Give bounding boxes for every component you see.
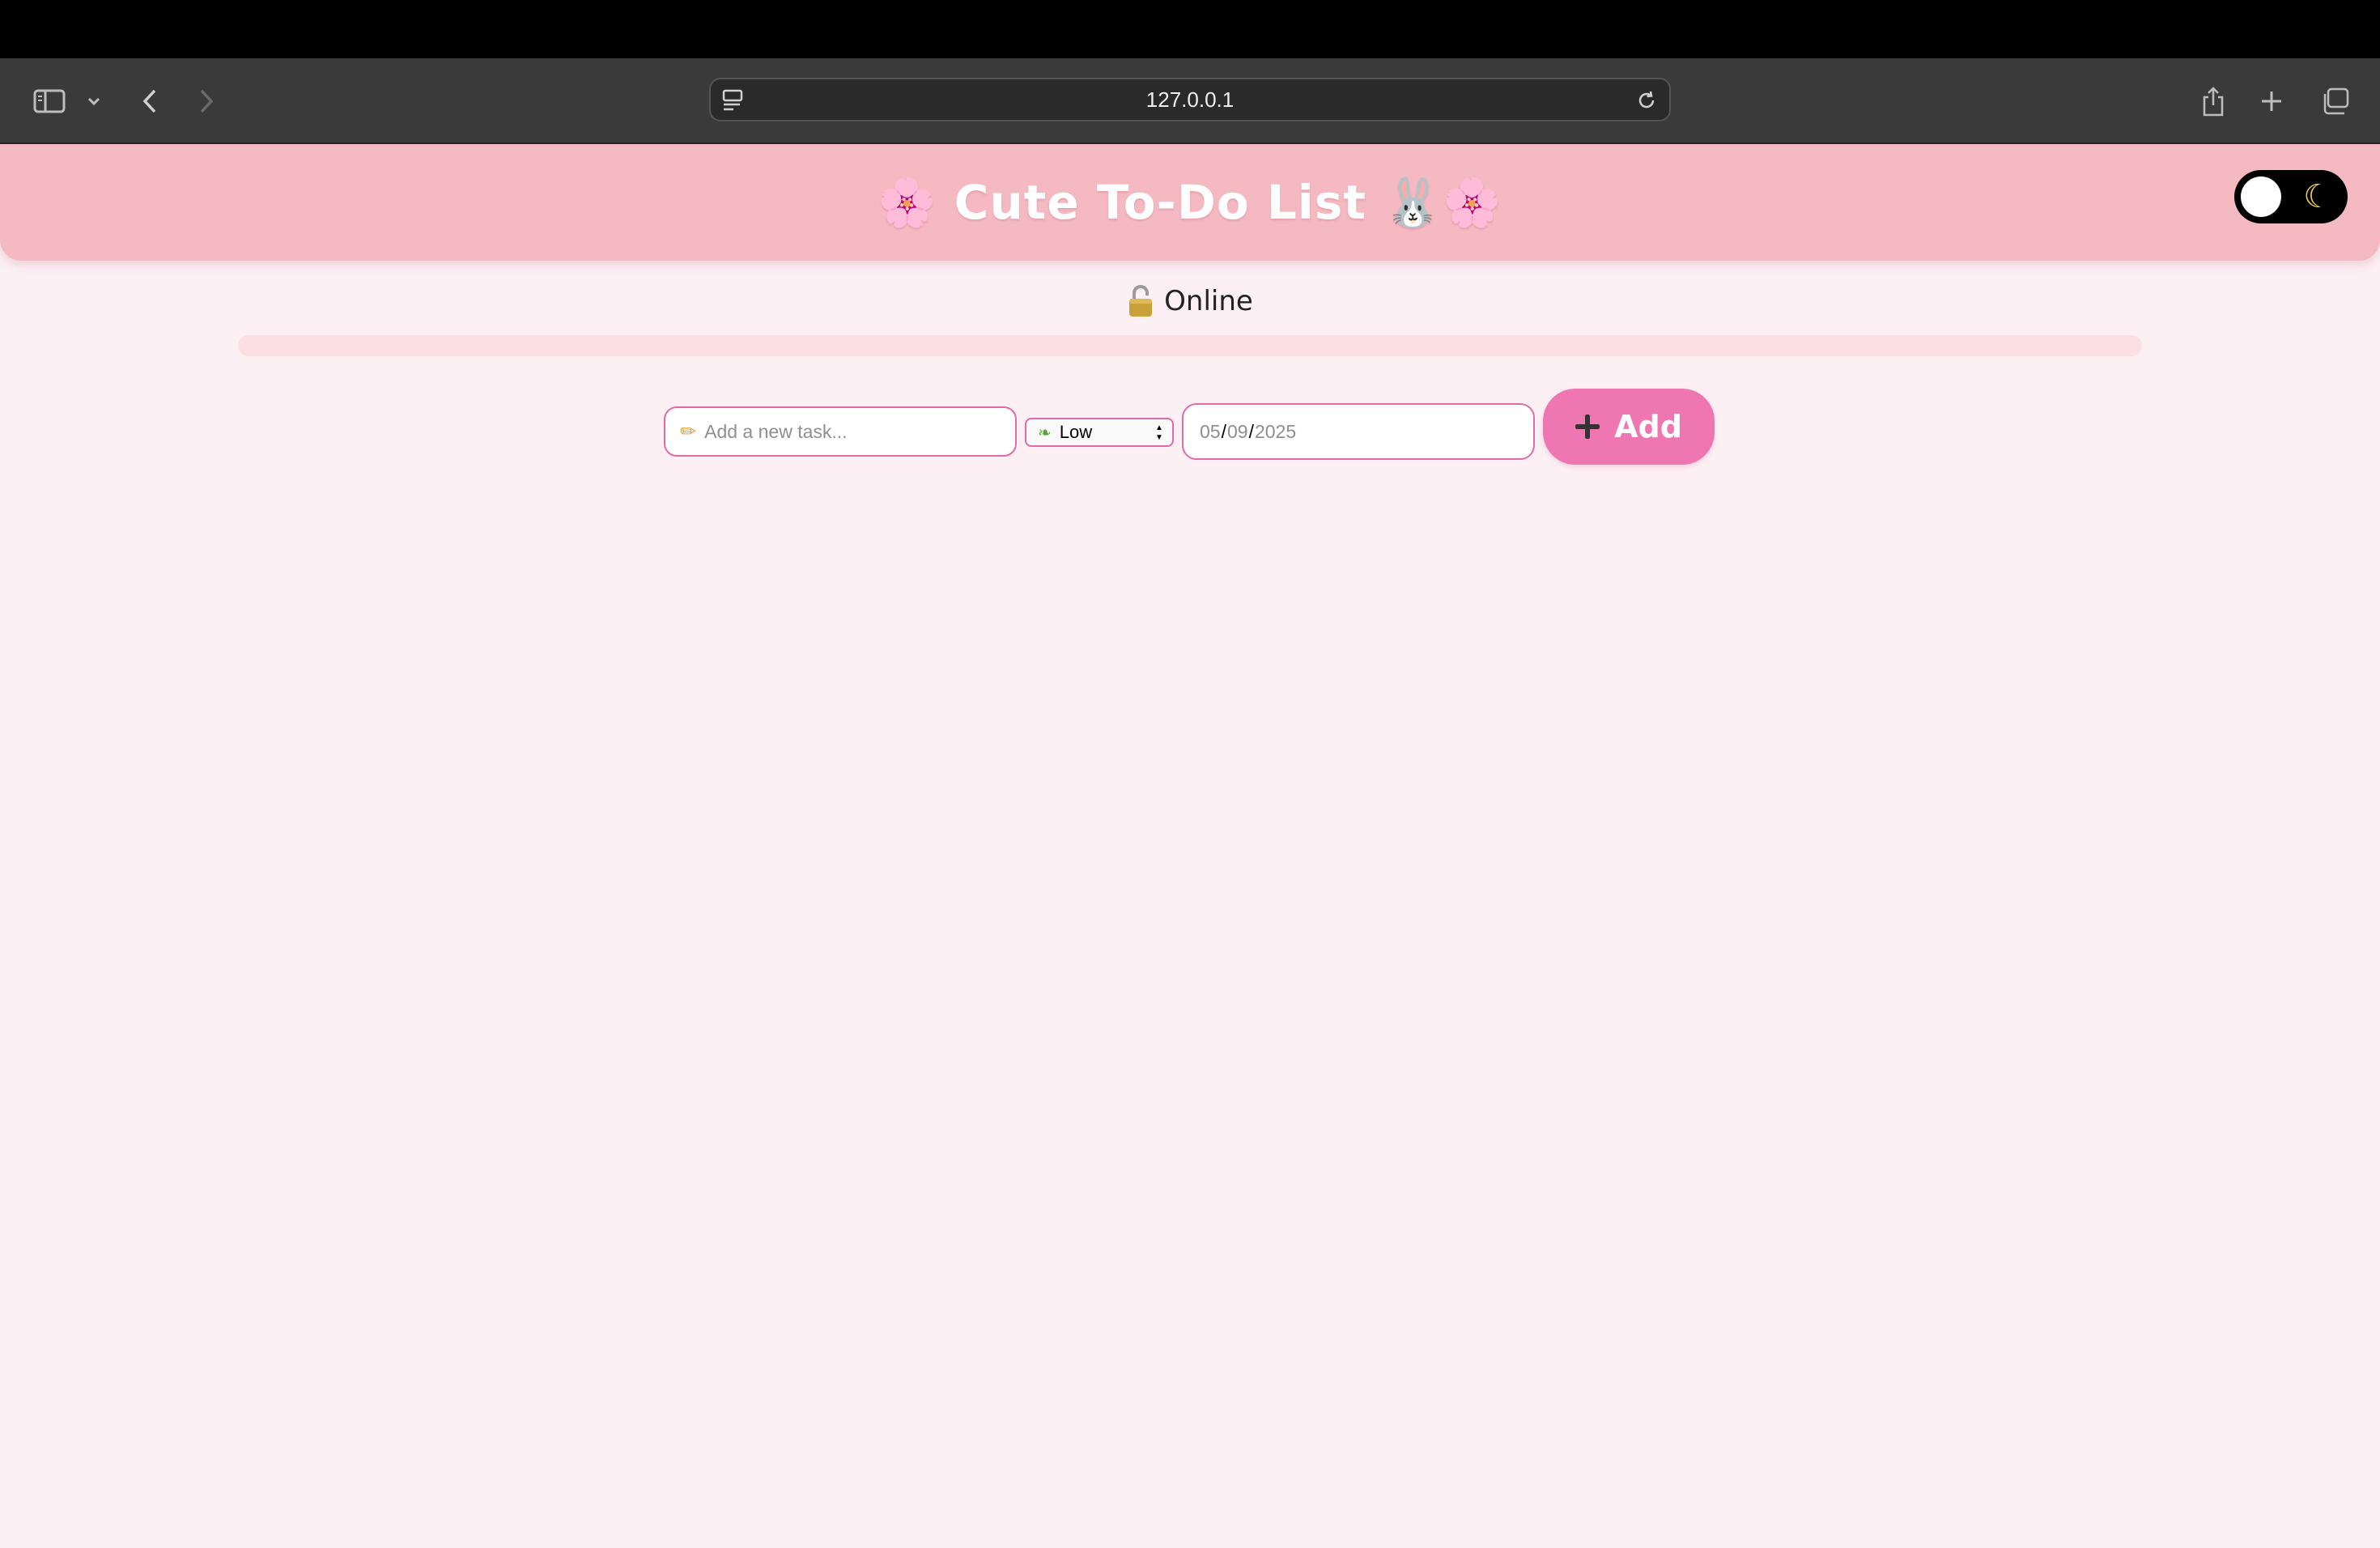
due-date-input[interactable]: 05/09/2025 [1182,403,1535,460]
plus-icon [1575,415,1600,439]
address-bar[interactable]: 127.0.0.1 [709,78,1671,121]
task-input[interactable] [704,420,997,443]
back-icon[interactable] [138,58,162,144]
app-header: 🌸 Cute To-Do List 🐰🌸 ☾ [0,144,2380,261]
share-icon[interactable] [2199,58,2228,144]
chevron-down-icon[interactable] [84,58,104,144]
add-button-label: Add [1614,409,1682,444]
lock-icon [1127,284,1154,318]
select-arrows-icon: ▲ ▼ [1155,423,1163,442]
date-separator: / [1248,420,1254,442]
url-text: 127.0.0.1 [1145,87,1235,112]
forward-icon[interactable] [194,58,219,144]
leaf-icon: ❧ [1038,423,1052,442]
date-day[interactable]: 09 [1227,421,1248,443]
sidebar-icon[interactable] [28,58,71,144]
status-text: Online [1164,285,1253,317]
task-input-wrapper: ✏ [664,406,1017,457]
menu-bar [0,0,2380,58]
progress-bar [238,335,2142,356]
toggle-knob [2241,176,2281,217]
date-year[interactable]: 2025 [1255,421,1296,443]
connection-status: Online [0,277,2380,325]
pencil-icon: ✏ [680,420,697,443]
browser-toolbar: 127.0.0.1 [0,58,2380,144]
moon-icon: ☾ [2303,178,2332,215]
date-separator: / [1221,420,1226,442]
date-month[interactable]: 05 [1200,421,1221,443]
tab-overview-icon[interactable] [2318,58,2351,144]
reload-icon[interactable] [1635,89,1658,115]
priority-value: Low [1059,422,1093,442]
priority-select[interactable]: ❧ Low ▲ ▼ [1025,418,1174,447]
add-task-button[interactable]: Add [1543,389,1715,465]
new-tab-icon[interactable] [2257,58,2286,144]
page-title: 🌸 Cute To-Do List 🐰🌸 [878,174,1502,230]
theme-toggle[interactable]: ☾ [2234,170,2348,223]
